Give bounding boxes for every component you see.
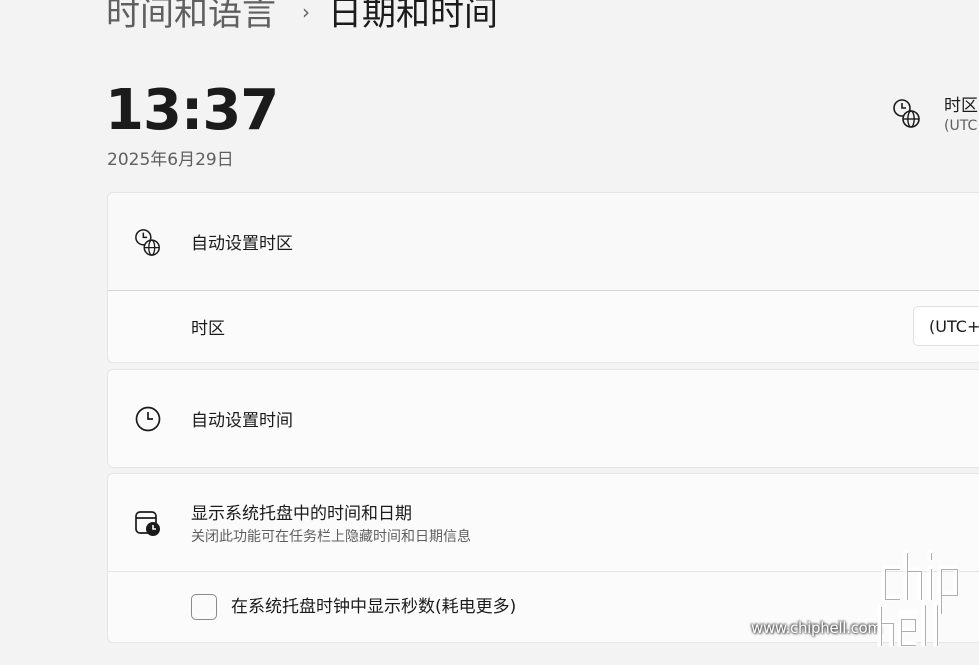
timezone-summary-title: 时区 — [944, 96, 978, 116]
clock-globe-icon — [892, 96, 922, 130]
current-time: 13:37 — [105, 78, 279, 143]
timezone-summary-value: (UTC — [944, 118, 978, 134]
watermark-url: www.chiphell.com — [751, 619, 882, 637]
chiphell-logo — [877, 549, 959, 647]
tray-time-text: 显示系统托盘中的时间和日期 关闭此功能可在任务栏上隐藏时间和日期信息 — [191, 499, 471, 546]
auto-timezone-label: 自动设置时区 — [191, 234, 293, 254]
breadcrumb: 时间和语言 › 日期和时间 — [106, 0, 498, 42]
auto-timezone-row[interactable]: 自动设置时区 — [108, 193, 979, 290]
tray-time-label: 显示系统托盘中的时间和日期 — [191, 504, 412, 524]
show-seconds-label[interactable]: 在系统托盘时钟中显示秒数(耗电更多) — [231, 594, 516, 620]
timezone-card: 自动设置时区 时区 (UTC+ — [107, 192, 979, 363]
calendar-clock-icon — [134, 509, 162, 537]
chiphell-watermark: www.chiphell.com — [748, 548, 979, 665]
timezone-row: 时区 (UTC+ — [108, 290, 979, 362]
auto-time-card: 自动设置时间 — [107, 369, 979, 468]
timezone-dropdown[interactable]: (UTC+ — [913, 306, 979, 346]
clock-icon — [134, 405, 162, 433]
clock-globe-icon — [134, 228, 162, 256]
settings-page: 时间和语言 › 日期和时间 13:37 2025年6月29日 时区 (UTC 自… — [0, 0, 979, 665]
timezone-summary: 时区 (UTC — [892, 96, 978, 136]
page-title: 日期和时间 — [328, 0, 498, 34]
timezone-label: 时区 — [191, 319, 225, 339]
show-seconds-checkbox[interactable] — [191, 594, 217, 620]
tray-time-description: 关闭此功能可在任务栏上隐藏时间和日期信息 — [191, 529, 471, 545]
auto-time-label: 自动设置时间 — [191, 411, 293, 431]
breadcrumb-parent-link[interactable]: 时间和语言 — [106, 0, 276, 42]
breadcrumb-separator-icon: › — [302, 0, 310, 24]
current-date: 2025年6月29日 — [107, 150, 234, 170]
auto-time-row[interactable]: 自动设置时间 — [108, 370, 979, 467]
